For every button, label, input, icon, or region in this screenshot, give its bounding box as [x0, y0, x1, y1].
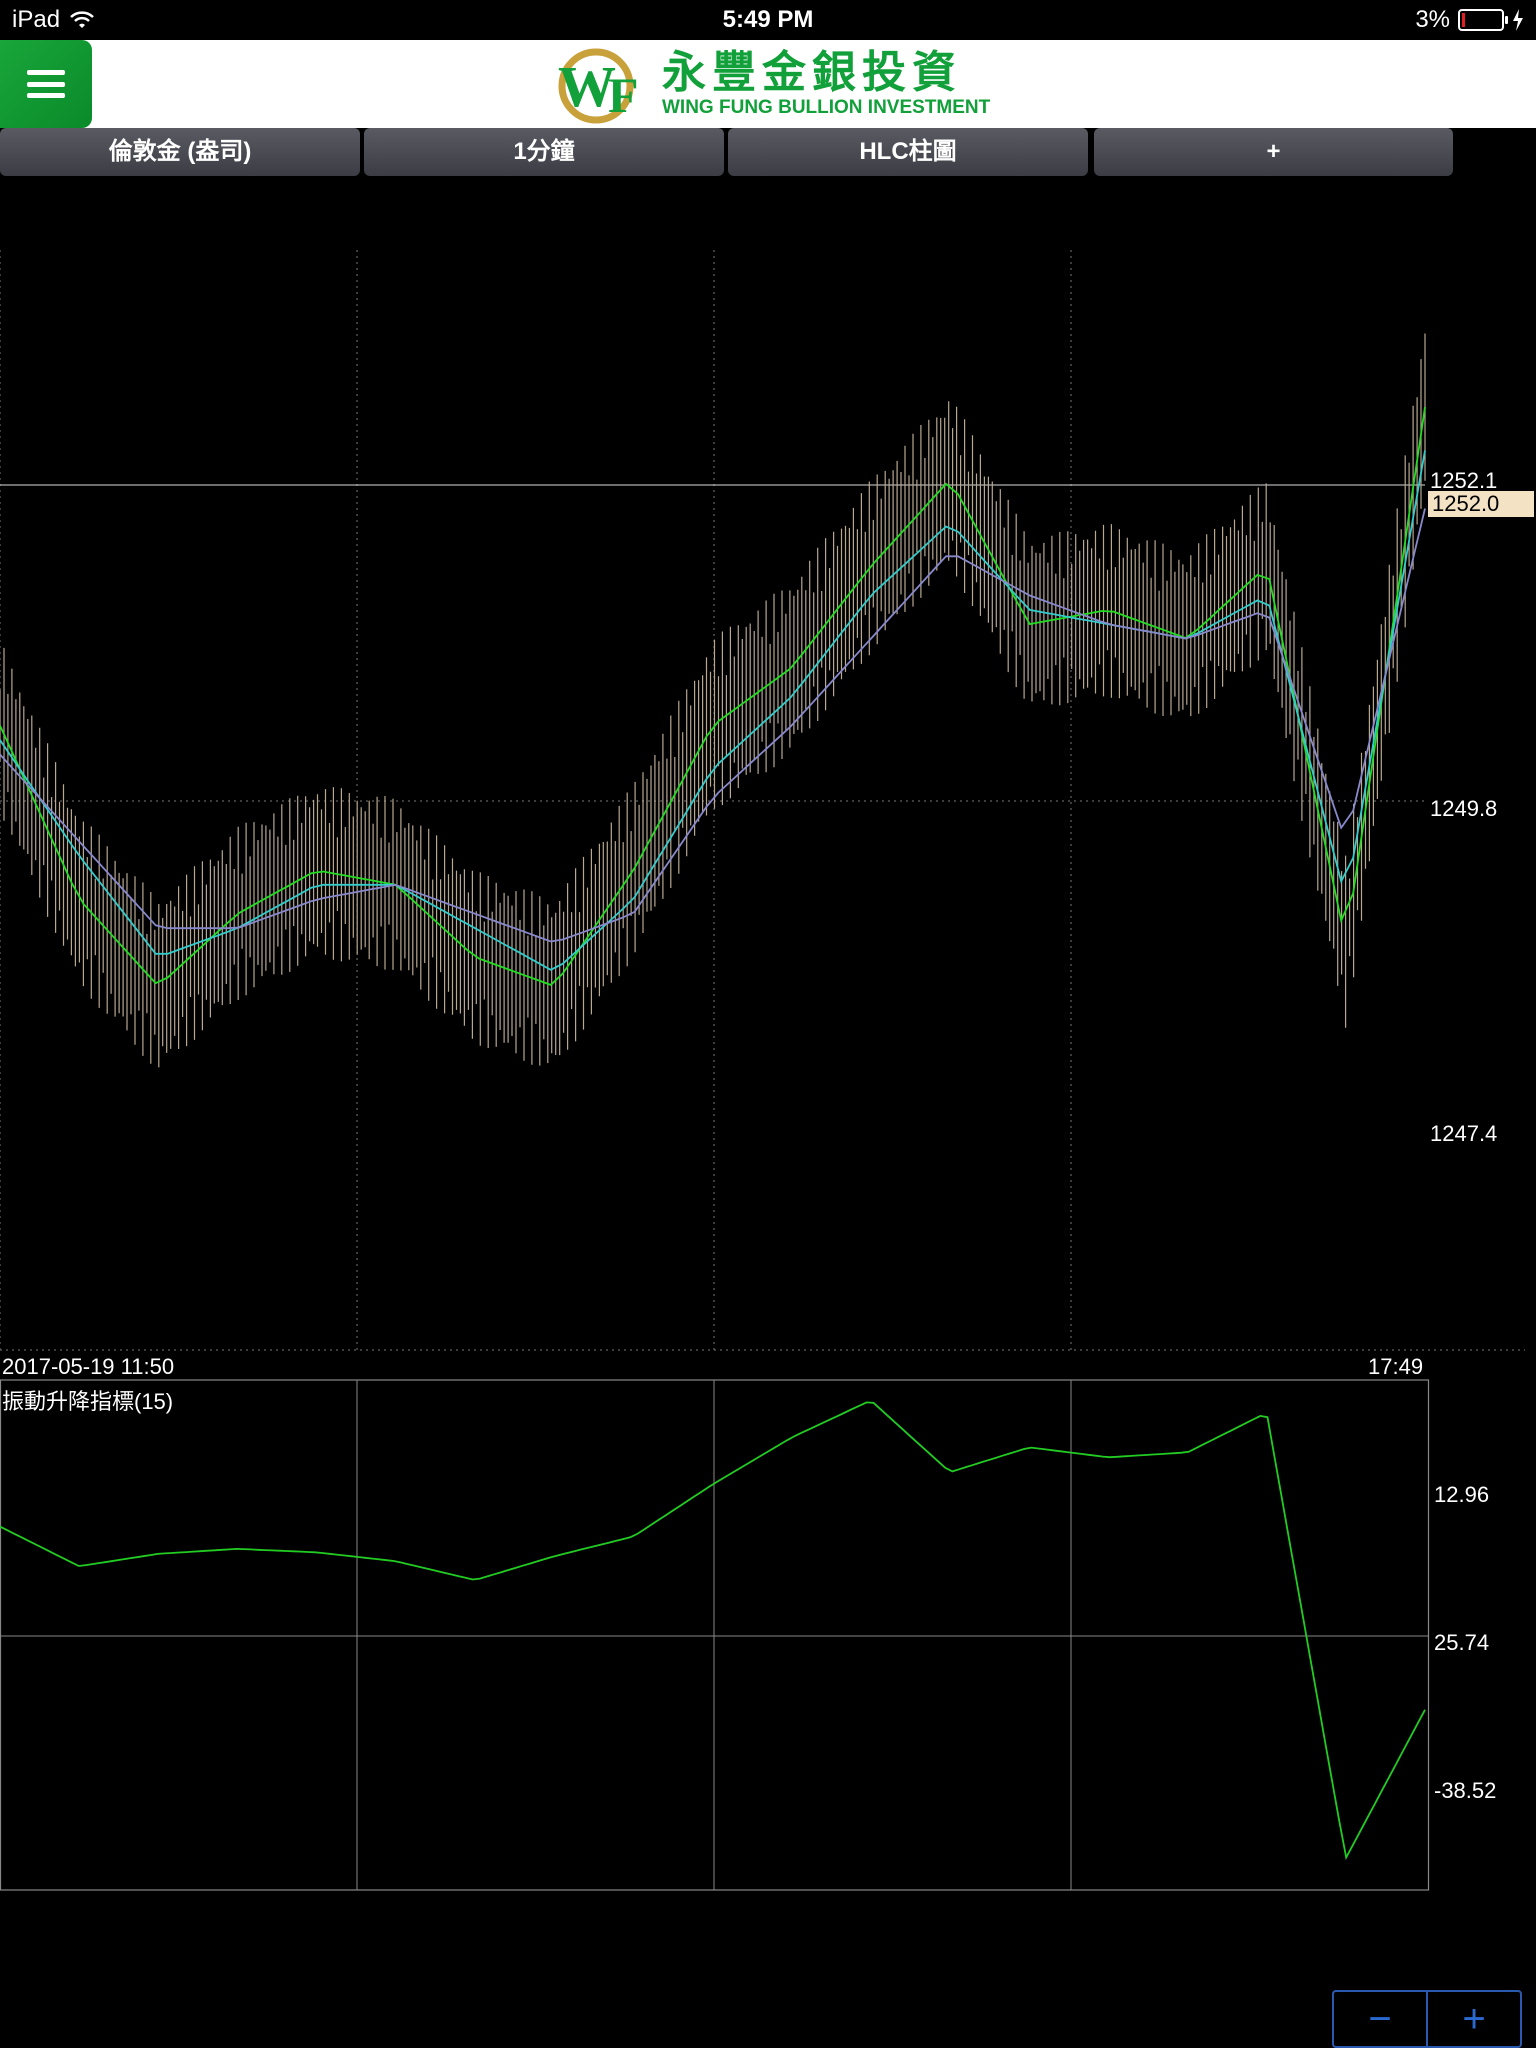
logo-english: WING FUNG BULLION INVESTMENT — [662, 97, 991, 118]
status-bar: iPad 5:49 PM 3% — [0, 0, 1536, 40]
zoom-out-button[interactable]: − — [1334, 1992, 1426, 2046]
indicator-label-mid: 25.74 — [1434, 1630, 1490, 1655]
price-chart[interactable] — [0, 178, 1536, 1358]
current-price-badge: 1252.0 — [1428, 491, 1534, 517]
tab-chart-type[interactable]: HLC柱圖 — [728, 128, 1088, 176]
clock: 5:49 PM — [722, 6, 814, 33]
indicator-series — [0, 1401, 1426, 1861]
x-start-label: 2017-05-19 11:50 — [2, 1354, 175, 1379]
hamburger-icon — [27, 70, 65, 98]
price-label-low: 1247.4 — [1430, 1121, 1498, 1146]
logo: W F 永豐金銀投資 WING FUNG BULLION INVESTMENT — [548, 40, 1028, 128]
indicator-label-low: -38.52 — [1434, 1778, 1497, 1803]
logo-chinese: 永豐金銀投資 — [662, 48, 962, 97]
x-end-label: 17:49 — [1368, 1354, 1424, 1379]
zoom-in-button[interactable]: + — [1426, 1992, 1520, 2046]
zoom-controls: − + — [1332, 1990, 1522, 2048]
hlc-bars — [0, 333, 1426, 1068]
menu-button[interactable] — [0, 40, 92, 128]
tab-add[interactable]: + — [1094, 128, 1453, 176]
logo-text: 永豐金銀投資 WING FUNG BULLION INVESTMENT — [662, 49, 990, 119]
indicator-title: 振動升降指標(15) — [2, 1389, 174, 1414]
status-right: 3% — [1415, 6, 1524, 34]
toolbar-tabs: 倫敦金 (盎司) 1分鐘 HLC柱圖 + — [0, 128, 1536, 178]
battery-percent: 3% — [1415, 6, 1450, 33]
app-header: W F 永豐金銀投資 WING FUNG BULLION INVESTMENT — [0, 40, 1536, 128]
indicator-chart[interactable] — [0, 1378, 1536, 1898]
wf-logo-icon: W F — [558, 48, 639, 124]
tab-interval[interactable]: 1分鐘 — [364, 128, 724, 176]
charging-icon — [1513, 9, 1523, 31]
tab-instrument[interactable]: 倫敦金 (盎司) — [0, 128, 360, 176]
battery-icon — [1458, 9, 1508, 31]
indicator-label-top: 12.96 — [1434, 1482, 1490, 1507]
price-label-mid: 1249.8 — [1430, 796, 1498, 821]
svg-text:F: F — [608, 67, 639, 123]
